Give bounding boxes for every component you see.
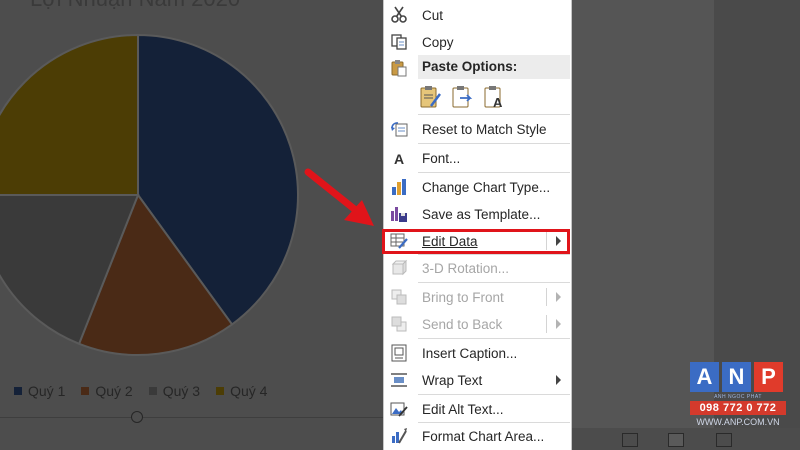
menu-item-format-chart-area[interactable]: Format Chart Area... (384, 423, 571, 449)
menu-label-save-template: Save as Template... (422, 206, 541, 222)
print-layout-icon[interactable] (668, 433, 684, 447)
send-to-back-icon (390, 315, 408, 333)
submenu-arrow-icon (556, 375, 561, 385)
legend-swatch (148, 387, 157, 395)
bring-to-front-icon (390, 288, 408, 306)
menu-label-edit-alt-text: Edit Alt Text... (422, 401, 504, 417)
submenu-arrow-icon (556, 319, 561, 329)
3d-rotation-icon (390, 259, 408, 277)
logo-letters: A N P (690, 362, 786, 392)
menu-item-wrap-text[interactable]: Wrap Text (384, 367, 571, 393)
menu-item-reset-style[interactable]: Reset to Match Style (384, 116, 571, 142)
paste-picture-icon[interactable]: A (482, 84, 508, 110)
menu-label-format-chart-area: Format Chart Area... (422, 428, 545, 444)
chart-legend: Quý 1 Quý 2 Quý 3 Quý 4 (14, 383, 267, 399)
logo-letter-a: A (690, 362, 719, 392)
bar-chart-icon (390, 178, 408, 196)
screen: Lợi Nhuận Năm 2020 Quý 1 Quý 2 Quý 3 Quý… (0, 0, 800, 450)
menu-label-cut: Cut (422, 7, 444, 23)
menu-label-font: Font... (422, 150, 461, 166)
legend-label: Quý 1 (28, 383, 66, 399)
format-chart-area-icon (390, 427, 408, 445)
anp-logo: A N P ANH NGOC PHAT 098 772 0 772 WWW.AN… (690, 362, 786, 427)
red-arrow-icon (304, 168, 374, 226)
context-menu: Cut Copy Paste Options: A Reset to Match… (383, 0, 572, 450)
scissors-icon (390, 6, 408, 24)
alt-text-icon (390, 400, 408, 418)
pie-slice-4[interactable] (0, 33, 139, 196)
legend-item-q4: Quý 4 (216, 383, 267, 399)
paste-options-buttons: A (418, 84, 508, 110)
menu-label-change-chart-type: Change Chart Type... (422, 179, 551, 195)
paste-icon (390, 59, 408, 77)
wrap-text-icon (390, 371, 408, 389)
paste-use-destination-theme-icon[interactable] (418, 84, 444, 110)
menu-item-insert-caption[interactable]: Insert Caption... (384, 340, 571, 366)
submenu-divider (546, 288, 547, 306)
paste-keep-source-formatting-icon[interactable] (450, 84, 476, 110)
menu-label-send-to-back: Send to Back (422, 316, 503, 332)
legend-label: Quý 3 (162, 383, 201, 399)
menu-label-insert-caption: Insert Caption... (422, 345, 518, 361)
menu-item-copy[interactable]: Copy (384, 29, 571, 55)
edit-data-highlight-box (382, 229, 570, 254)
logo-tagline: ANH NGOC PHAT (714, 394, 762, 400)
legend-item-q2: Quý 2 (81, 383, 133, 399)
logo-letter-p: P (754, 362, 783, 392)
insert-caption-icon (390, 344, 408, 362)
menu-item-3d-rotation: 3-D Rotation... (384, 255, 571, 281)
logo-phone: 098 772 0 772 (690, 401, 786, 415)
legend-swatch (81, 387, 90, 395)
menu-separator (418, 172, 570, 173)
menu-item-bring-to-front: Bring to Front (384, 284, 571, 310)
chart-border-line (0, 417, 383, 418)
save-template-icon (390, 205, 408, 223)
menu-item-cut[interactable]: Cut (384, 2, 571, 28)
copy-icon (390, 33, 408, 51)
paste-options-header: Paste Options: (418, 55, 570, 79)
menu-label-wrap-text: Wrap Text (422, 372, 483, 388)
submenu-arrow-icon (556, 292, 561, 302)
read-mode-icon[interactable] (622, 433, 638, 447)
logo-website: WWW.ANP.COM.VN (696, 417, 780, 427)
legend-item-q3: Quý 3 (148, 383, 201, 399)
legend-label: Quý 2 (95, 383, 133, 399)
legend-swatch (14, 387, 22, 395)
submenu-divider (546, 315, 547, 333)
web-layout-icon[interactable] (716, 433, 732, 447)
reset-style-icon (390, 120, 408, 138)
menu-separator (418, 394, 570, 395)
resize-handle[interactable] (131, 411, 143, 423)
menu-label-copy: Copy (422, 34, 454, 50)
menu-item-save-template[interactable]: Save as Template... (384, 201, 571, 227)
menu-separator (418, 143, 570, 144)
menu-item-send-to-back: Send to Back (384, 311, 571, 337)
menu-label-bring-to-front: Bring to Front (422, 289, 504, 305)
legend-label: Quý 4 (230, 383, 268, 399)
legend-item-q1: Quý 1 (14, 383, 65, 399)
menu-item-change-chart-type[interactable]: Change Chart Type... (384, 174, 571, 200)
legend-swatch (216, 387, 225, 395)
paste-options-label: Paste Options: (422, 59, 518, 74)
status-bar (572, 428, 800, 450)
font-icon: A (390, 149, 408, 167)
svg-text:A: A (394, 151, 404, 167)
menu-item-font[interactable]: A Font... (384, 145, 571, 171)
menu-label-reset-style: Reset to Match Style (422, 121, 547, 137)
svg-text:A: A (493, 95, 503, 110)
menu-separator (418, 338, 570, 339)
menu-label-3d-rotation: 3-D Rotation... (422, 260, 510, 276)
menu-separator (418, 282, 570, 283)
menu-item-edit-alt-text[interactable]: Edit Alt Text... (384, 396, 571, 422)
menu-separator (418, 114, 570, 115)
logo-letter-n: N (722, 362, 751, 392)
